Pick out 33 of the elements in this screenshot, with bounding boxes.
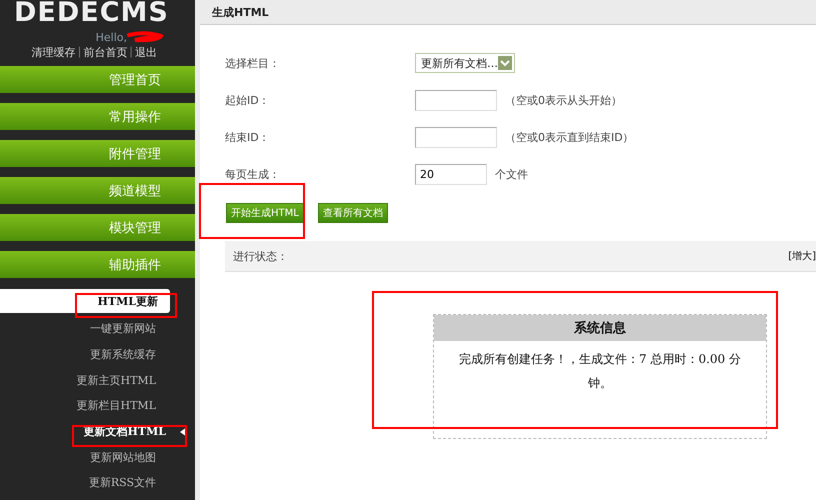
field-label: 起始ID： <box>225 92 271 108</box>
field-label: 每页生成： <box>225 166 281 182</box>
field-hint: （空或0表示从头开始） <box>505 92 622 108</box>
submenu-item[interactable]: 更新RSS文件 <box>0 470 195 496</box>
field-hint: 个文件 <box>495 166 528 182</box>
input-field[interactable]: 20 <box>415 164 487 184</box>
header-link[interactable]: 前台首页 <box>83 45 128 60</box>
page-title: 生成HTML <box>212 4 269 20</box>
field-label: 结束ID： <box>225 130 271 144</box>
column-select[interactable]: 更新所有文档… <box>415 53 515 73</box>
header-link[interactable]: 清理缓存 <box>32 45 76 60</box>
submenu-item[interactable]: 一键更新网站 <box>0 316 195 342</box>
submenu-item[interactable]: 更新系统缓存 <box>0 342 195 368</box>
input-field[interactable] <box>415 90 497 110</box>
header-link[interactable]: 退出 <box>135 45 157 60</box>
enlarge-link[interactable]: [增大] <box>788 249 816 263</box>
status-label: 进行状态： <box>233 248 288 264</box>
message-title: 系统信息 <box>434 315 766 341</box>
pointer-icon <box>180 426 187 437</box>
submenu-item[interactable]: 更新网站地图 <box>0 444 195 470</box>
message-text: 完成所有创建任务！，生成文件：7 总用时：0.00 分钟。 <box>458 351 742 392</box>
dropdown-icon <box>498 56 512 70</box>
submenu-title[interactable]: HTML更新 <box>0 289 170 313</box>
submenu-item[interactable]: 更新栏目HTML <box>0 393 195 419</box>
field-hint: （空或0表示直到结束ID） <box>505 130 634 144</box>
redaction-scribble <box>127 31 163 43</box>
submenu-item[interactable]: 更新主页HTML <box>0 367 195 394</box>
greeting: Hello, <box>96 30 127 44</box>
link-separator: | <box>78 45 82 60</box>
logo: DEDECMS <box>14 0 170 26</box>
input-field[interactable] <box>415 126 497 148</box>
link-separator: | <box>129 45 133 60</box>
field-label: 选择栏目： <box>225 56 281 70</box>
